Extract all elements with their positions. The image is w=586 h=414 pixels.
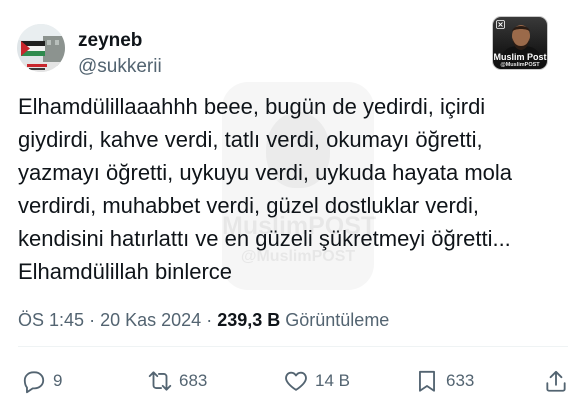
share-button[interactable]: [543, 368, 569, 394]
tweet-text-line: verdirdi, muhabbet verdi, güzel dostlukl…: [18, 193, 480, 218]
bookmark-count: 633: [446, 371, 475, 390]
tweet-text-line: Elhamdülillaaahhh beee, bugün de yedirdi…: [18, 94, 486, 119]
reply-icon: [23, 371, 45, 394]
retweet-icon: [148, 371, 172, 391]
retweet-button[interactable]: 683: [147, 368, 207, 394]
heart-icon: [285, 371, 307, 391]
avatar[interactable]: [17, 24, 65, 72]
tweet-text-line: yazmayı öğretti, uykuyu verdi, uykuda ha…: [18, 160, 513, 185]
reply-count: 9: [53, 371, 63, 390]
tweet-text-line: Elhamdülillah binlerce: [18, 259, 233, 284]
avatar-image: [17, 24, 65, 72]
share-icon: [546, 370, 566, 392]
display-name[interactable]: zeyneb: [78, 29, 142, 53]
tweet-date[interactable]: 20 Kas 2024: [100, 310, 201, 330]
user-handle[interactable]: @sukkerii: [78, 55, 162, 79]
bookmark-icon: [419, 370, 435, 392]
badge-title: Muslim Post: [493, 52, 547, 62]
tweet-time[interactable]: ÖS 1:45: [18, 310, 84, 330]
muslim-post-badge: Muslim Post @MuslimPOST: [492, 16, 548, 70]
tweet-text: Elhamdülillaaahhh beee, bugün de yedirdi…: [18, 90, 512, 288]
bookmark-button[interactable]: 633: [414, 368, 474, 394]
meta-separator: ·: [206, 310, 213, 330]
reply-button[interactable]: 9: [21, 368, 62, 394]
views-count: 239,3 B: [217, 310, 281, 330]
badge-handle: @MuslimPOST: [500, 62, 540, 68]
tweet-text-line: giydirdi, kahve verdi, tatlı verdi, okum…: [18, 127, 483, 152]
like-button[interactable]: 14 B: [283, 368, 350, 394]
tweet-meta: ÖS 1:45 · 20 Kas 2024 · 239,3 B Görüntül…: [18, 308, 389, 332]
like-count: 14 B: [315, 371, 350, 390]
x-logo-icon: [496, 20, 505, 29]
retweet-count: 683: [179, 371, 208, 390]
tweet-text-line: kendisini hatırlattı ve en güzeli şükret…: [18, 226, 511, 251]
meta-separator: ·: [89, 310, 96, 330]
views-label: Görüntüleme: [285, 310, 390, 330]
divider: [18, 346, 568, 347]
